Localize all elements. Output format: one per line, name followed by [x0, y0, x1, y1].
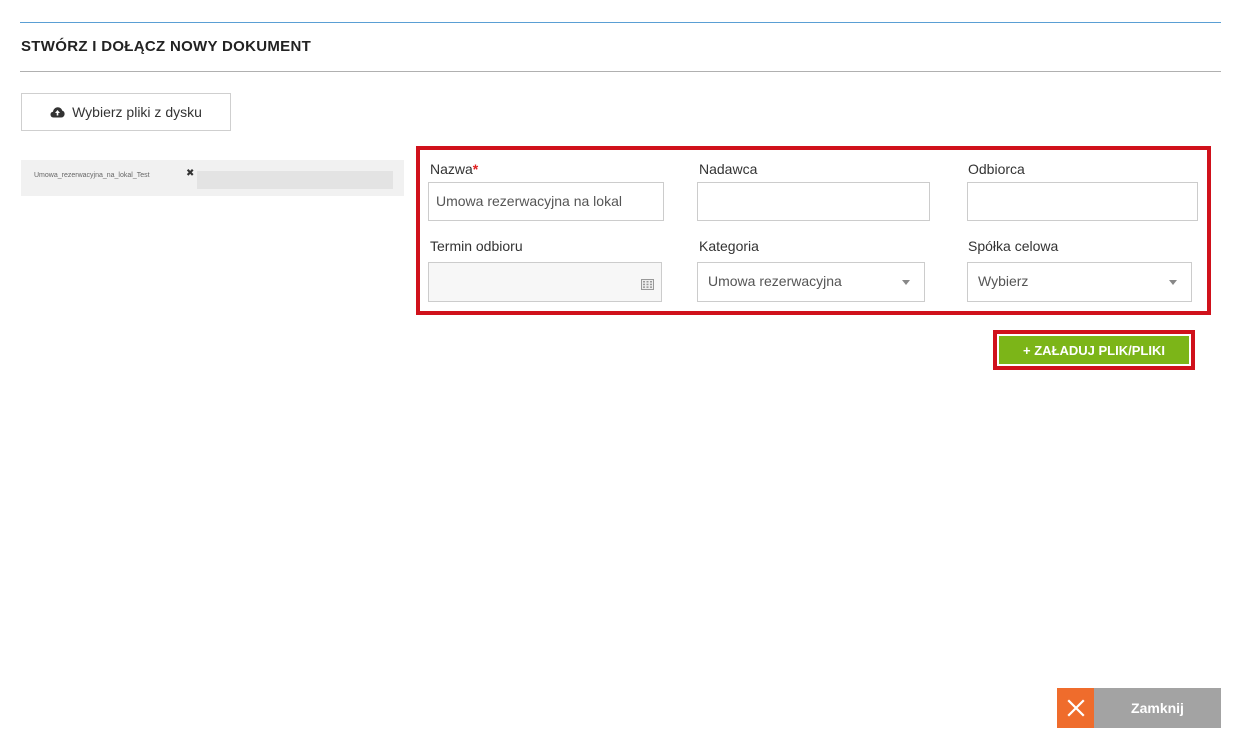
- category-selected: Umowa rezerwacyjna: [708, 273, 842, 289]
- remove-file-icon[interactable]: ✖: [186, 169, 194, 179]
- chevron-down-icon: [1169, 280, 1177, 285]
- name-input[interactable]: Umowa rezerwacyjna na lokal: [428, 182, 664, 221]
- calendar-icon[interactable]: [641, 267, 654, 301]
- document-dialog: STWÓRZ I DOŁĄCZ NOWY DOKUMENT Wybierz pl…: [0, 0, 1245, 739]
- required-mark: *: [472, 161, 479, 177]
- document-form: Nazwa* Umowa rezerwacyjna na lokal Nadaw…: [416, 146, 1211, 315]
- recipient-label: Odbiorca: [968, 161, 1025, 177]
- sender-label: Nadawca: [699, 161, 758, 177]
- cloud-upload-icon: [50, 106, 65, 118]
- name-label: Nazwa*: [430, 161, 479, 177]
- sender-input[interactable]: [697, 182, 930, 221]
- file-name: Umowa_rezerwacyjna_na_lokal_Test: [34, 172, 150, 179]
- load-files-button[interactable]: + ZAŁADUJ PLIK/PLIKI: [999, 336, 1189, 364]
- load-files-highlight: + ZAŁADUJ PLIK/PLIKI: [993, 330, 1195, 370]
- choose-files-label: Wybierz pliki z dysku: [72, 104, 202, 120]
- choose-files-button[interactable]: Wybierz pliki z dysku: [21, 93, 231, 131]
- company-selected: Wybierz: [978, 273, 1029, 289]
- chevron-down-icon: [902, 280, 910, 285]
- category-label: Kategoria: [699, 238, 759, 254]
- top-accent-line: [20, 22, 1221, 23]
- due-date-label: Termin odbioru: [430, 238, 523, 254]
- close-button[interactable]: Zamknij: [1057, 688, 1221, 728]
- category-select[interactable]: Umowa rezerwacyjna: [697, 262, 925, 302]
- title-divider: [20, 71, 1221, 72]
- dialog-title: STWÓRZ I DOŁĄCZ NOWY DOKUMENT: [21, 38, 312, 55]
- close-label: Zamknij: [1094, 688, 1221, 728]
- company-select[interactable]: Wybierz: [967, 262, 1192, 302]
- company-label: Spółka celowa: [968, 238, 1059, 254]
- due-date-input[interactable]: [428, 262, 662, 302]
- close-icon: [1057, 688, 1094, 728]
- file-list-item: Umowa_rezerwacyjna_na_lokal_Test ✖: [21, 160, 404, 196]
- file-progress-bar: [197, 171, 393, 189]
- recipient-input[interactable]: [967, 182, 1198, 221]
